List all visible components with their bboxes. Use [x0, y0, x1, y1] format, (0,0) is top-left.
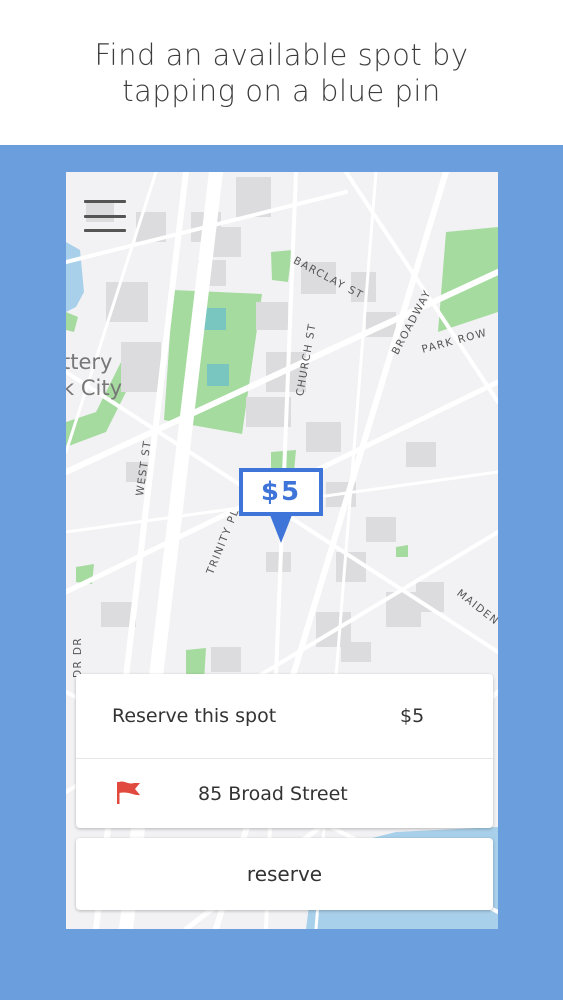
street-label-dr: DR DR	[72, 636, 84, 678]
menu-line	[84, 200, 126, 203]
parking-price-pin[interactable]: $5	[239, 468, 323, 516]
reservation-card: Reserve this spot $5 85 Broad Street	[76, 674, 493, 828]
hamburger-menu-icon[interactable]	[84, 200, 126, 232]
reserve-label: Reserve this spot	[112, 705, 277, 727]
instruction-header: Find an available spot by tapping on a b…	[0, 0, 563, 145]
menu-line	[84, 229, 126, 232]
spot-price: $5	[400, 705, 425, 727]
city-label-line2: k City	[66, 376, 122, 400]
address-text: 85 Broad Street	[198, 782, 348, 805]
menu-line	[84, 214, 126, 218]
pin-pointer	[270, 515, 292, 543]
address-row[interactable]: 85 Broad Street	[76, 759, 493, 828]
reserve-button[interactable]: reserve	[76, 838, 493, 910]
city-label-line1: ttery	[66, 350, 113, 374]
instruction-text: Find an available spot by tapping on a b…	[94, 37, 469, 108]
red-flag-icon	[117, 781, 140, 804]
reserve-row[interactable]: Reserve this spot $5	[76, 674, 493, 759]
